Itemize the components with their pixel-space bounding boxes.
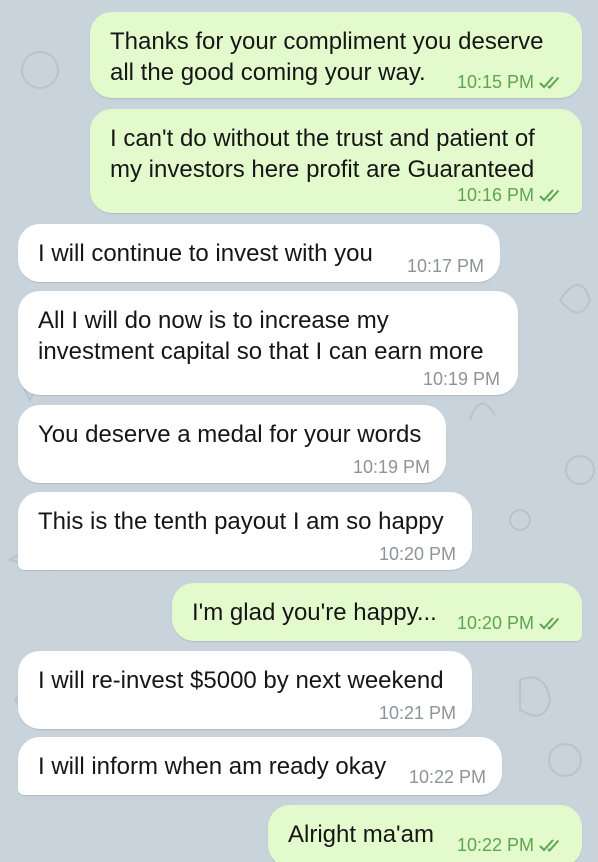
message-meta: 10:22 PM — [457, 835, 566, 855]
message-text: I'm glad you're happy... — [192, 599, 437, 626]
message-meta: 10:17 PM — [407, 256, 484, 276]
message-outgoing[interactable]: I can't do without the trust and patient… — [90, 109, 582, 213]
chat-area[interactable]: Thanks for your compliment you deserve a… — [0, 0, 598, 862]
message-incoming[interactable]: I will inform when am ready okay 10:22 P… — [18, 737, 502, 795]
message-outgoing[interactable]: I'm glad you're happy... 10:20 PM — [172, 583, 582, 641]
message-text: This is the tenth payout I am so happy — [38, 508, 444, 535]
message-text: You deserve a medal for your words — [38, 421, 422, 448]
message-incoming[interactable]: I will continue to invest with you 10:17… — [18, 224, 500, 282]
message-text: I will continue to invest with you — [38, 240, 373, 267]
message-meta: 10:16 PM — [457, 185, 566, 205]
message-time: 10:21 PM — [378, 703, 456, 723]
message-meta: 10:21 PM — [379, 703, 456, 723]
message-outgoing[interactable]: Alright ma'am 10:22 PM — [268, 805, 582, 862]
message-time: 10:20 PM — [378, 544, 456, 564]
message-time: 10:19 PM — [422, 369, 500, 389]
message-time: 10:16 PM — [456, 185, 534, 205]
message-time: 10:15 PM — [456, 72, 534, 92]
double-check-icon — [539, 617, 560, 630]
message-text: I will re-invest $5000 by next weekend — [38, 667, 444, 694]
message-text: All I will do now is to increase my inve… — [38, 307, 484, 365]
message-meta: 10:20 PM — [457, 613, 566, 633]
message-meta: 10:20 PM — [379, 544, 456, 564]
message-incoming[interactable]: I will re-invest $5000 by next weekend 1… — [18, 651, 472, 729]
message-incoming[interactable]: All I will do now is to increase my inve… — [18, 291, 518, 395]
message-time: 10:22 PM — [408, 767, 486, 787]
double-check-icon — [539, 839, 560, 852]
message-meta: 10:22 PM — [409, 767, 486, 787]
message-time: 10:20 PM — [456, 613, 534, 633]
double-check-icon — [539, 76, 560, 89]
message-text: I can't do without the trust and patient… — [110, 125, 535, 183]
message-meta: 10:19 PM — [353, 457, 430, 477]
message-text: I will inform when am ready okay — [38, 753, 387, 780]
message-meta: 10:19 PM — [423, 369, 500, 389]
message-meta: 10:15 PM — [457, 72, 566, 92]
message-incoming[interactable]: You deserve a medal for your words 10:19… — [18, 405, 446, 483]
message-outgoing[interactable]: Thanks for your compliment you deserve a… — [90, 12, 582, 98]
message-time: 10:19 PM — [352, 457, 430, 477]
message-incoming[interactable]: This is the tenth payout I am so happy 1… — [18, 492, 472, 570]
message-time: 10:17 PM — [406, 256, 484, 276]
message-time: 10:22 PM — [456, 835, 534, 855]
message-text: Alright ma'am — [288, 821, 434, 848]
double-check-icon — [539, 189, 560, 202]
